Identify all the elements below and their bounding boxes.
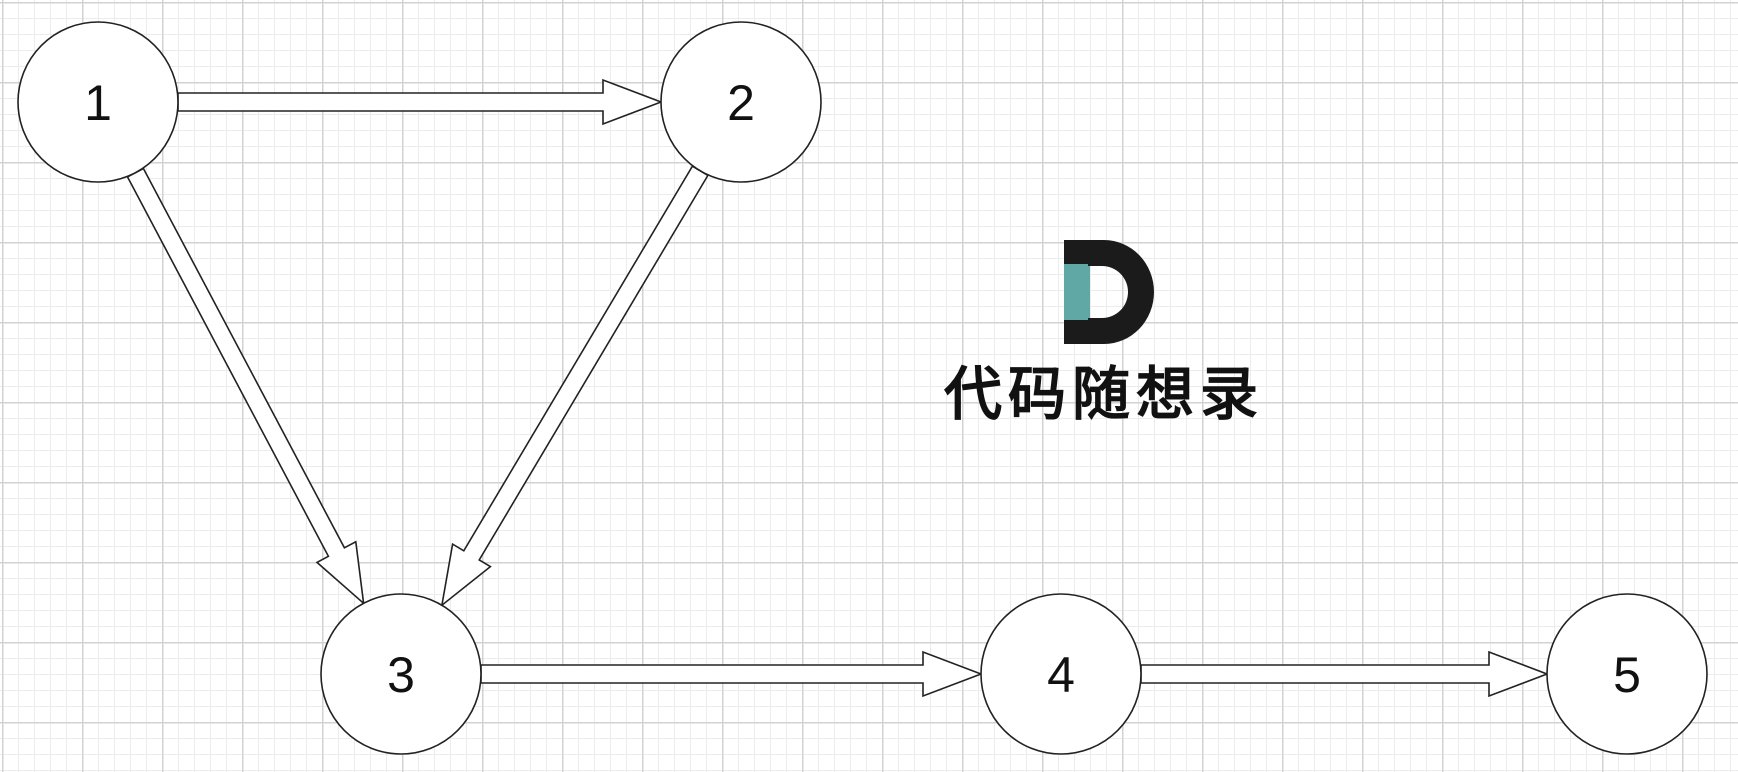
edge-arrow-1-3 (126, 167, 365, 606)
node-5: 5 (1546, 593, 1708, 755)
node-4: 4 (980, 593, 1142, 755)
edge-arrow-3-4 (480, 650, 984, 698)
node-label: 1 (84, 75, 112, 131)
node-label: 5 (1613, 647, 1641, 703)
edge-arrow-1-2 (177, 78, 664, 126)
watermark-text: 代码随想录 (943, 360, 1264, 428)
node-3: 3 (320, 593, 482, 755)
node-2: 2 (660, 21, 822, 183)
node-label: 4 (1047, 647, 1075, 703)
edge-arrow-4-5 (1140, 650, 1550, 698)
edges-layer (126, 78, 1550, 698)
edge-arrow-2-3 (440, 165, 709, 608)
nodes-layer: 1 2 3 4 5 (17, 21, 1708, 755)
node-1: 1 (17, 21, 179, 183)
watermark-logo: 代码随想录 (943, 240, 1264, 428)
node-label: 3 (387, 647, 415, 703)
logo-d-teal-block (1064, 264, 1090, 320)
node-label: 2 (727, 75, 755, 131)
graph-canvas: 1 2 3 4 5 代码随想录 (17, 21, 1708, 755)
logo-d-bowl (1088, 240, 1154, 344)
